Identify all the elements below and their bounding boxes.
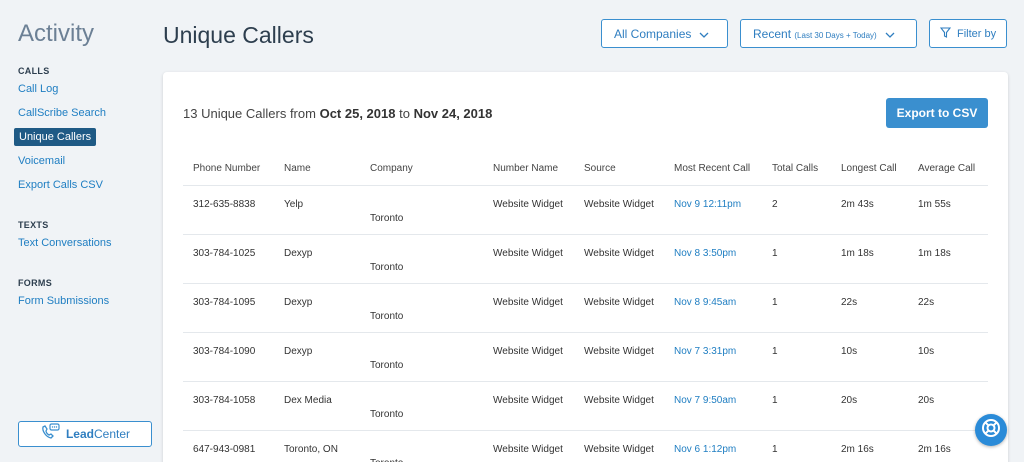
cell-name: Dex Media bbox=[274, 381, 360, 431]
col-header-longest-call[interactable]: Longest Call bbox=[831, 152, 908, 186]
cell-name: Toronto, ON bbox=[274, 430, 360, 462]
table-header-row: Phone Number Name Company Number Name So… bbox=[183, 152, 988, 186]
cell-most-recent-call-link[interactable]: Nov 8 3:50pm bbox=[664, 234, 762, 284]
table-row[interactable]: 303-784-1090 Dexyp Toronto Website Widge… bbox=[183, 332, 988, 382]
cell-source: Website Widget bbox=[574, 381, 664, 431]
sidebar-item-text-conversations[interactable]: Text Conversations bbox=[18, 237, 112, 249]
cell-longest-call: 1m 18s bbox=[831, 234, 908, 284]
chevron-down-icon bbox=[699, 27, 709, 41]
cell-total-calls: 1 bbox=[762, 381, 831, 431]
cell-phone-number: 647-943-0981 bbox=[183, 430, 274, 462]
cell-source: Website Widget bbox=[574, 283, 664, 333]
table-row[interactable]: 303-784-1058 Dex Media Toronto Website W… bbox=[183, 381, 988, 431]
col-header-name[interactable]: Name bbox=[274, 152, 360, 186]
sidebar: Activity CALLS Call Log CallScribe Searc… bbox=[0, 0, 160, 462]
sidebar-heading-forms: FORMS bbox=[18, 278, 52, 288]
leadcenter-button[interactable]: LeadCenter bbox=[18, 421, 152, 447]
sidebar-heading-calls: CALLS bbox=[18, 66, 50, 76]
table-row[interactable]: 303-784-1095 Dexyp Toronto Website Widge… bbox=[183, 283, 988, 333]
sidebar-item-callscribe-search[interactable]: CallScribe Search bbox=[18, 107, 106, 119]
phone-chat-icon bbox=[40, 422, 60, 446]
cell-number-name: Website Widget bbox=[483, 185, 574, 235]
cell-source: Website Widget bbox=[574, 430, 664, 462]
cell-source: Website Widget bbox=[574, 185, 664, 235]
col-header-phone-number[interactable]: Phone Number bbox=[183, 152, 274, 186]
cell-company: Toronto bbox=[360, 430, 483, 462]
cell-total-calls: 1 bbox=[762, 430, 831, 462]
cell-company: Toronto bbox=[360, 381, 483, 431]
sidebar-title: Activity bbox=[18, 20, 95, 47]
summary-text: 13 Unique Callers from Oct 25, 2018 to N… bbox=[183, 106, 493, 121]
cell-longest-call: 2m 16s bbox=[831, 430, 908, 462]
cell-company: Toronto bbox=[360, 185, 483, 235]
col-header-average-call[interactable]: Average Call bbox=[908, 152, 988, 186]
unique-callers-card: 13 Unique Callers from Oct 25, 2018 to N… bbox=[163, 72, 1008, 462]
help-button[interactable] bbox=[975, 414, 1007, 446]
callers-table: Phone Number Name Company Number Name So… bbox=[183, 152, 988, 462]
cell-phone-number: 312-635-8838 bbox=[183, 185, 274, 235]
col-header-number-name[interactable]: Number Name bbox=[483, 152, 574, 186]
chevron-down-icon bbox=[885, 27, 895, 41]
sidebar-item-form-submissions[interactable]: Form Submissions bbox=[18, 295, 109, 307]
cell-average-call: 1m 55s bbox=[908, 185, 988, 235]
sidebar-item-unique-callers[interactable]: Unique Callers bbox=[14, 128, 97, 146]
cell-company: Toronto bbox=[360, 283, 483, 333]
cell-longest-call: 20s bbox=[831, 381, 908, 431]
cell-name: Dexyp bbox=[274, 283, 360, 333]
cell-phone-number: 303-784-1095 bbox=[183, 283, 274, 333]
table-row[interactable]: 303-784-1025 Dexyp Toronto Website Widge… bbox=[183, 234, 988, 284]
cell-most-recent-call-link[interactable]: Nov 8 9:45am bbox=[664, 283, 762, 333]
cell-number-name: Website Widget bbox=[483, 430, 574, 462]
cell-most-recent-call-link[interactable]: Nov 7 3:31pm bbox=[664, 332, 762, 382]
cell-number-name: Website Widget bbox=[483, 234, 574, 284]
cell-number-name: Website Widget bbox=[483, 283, 574, 333]
cell-number-name: Website Widget bbox=[483, 332, 574, 382]
sidebar-heading-texts: TEXTS bbox=[18, 220, 49, 230]
col-header-company[interactable]: Company bbox=[360, 152, 483, 186]
cell-company: Toronto bbox=[360, 234, 483, 284]
cell-total-calls: 1 bbox=[762, 283, 831, 333]
companies-dropdown-label: All Companies bbox=[614, 26, 692, 41]
cell-source: Website Widget bbox=[574, 332, 664, 382]
cell-phone-number: 303-784-1058 bbox=[183, 381, 274, 431]
cell-company: Toronto bbox=[360, 332, 483, 382]
cell-name: Dexyp bbox=[274, 332, 360, 382]
cell-total-calls: 2 bbox=[762, 185, 831, 235]
funnel-icon bbox=[939, 26, 952, 41]
page-title: Unique Callers bbox=[163, 22, 314, 48]
cell-total-calls: 1 bbox=[762, 332, 831, 382]
cell-name: Yelp bbox=[274, 185, 360, 235]
cell-average-call: 1m 18s bbox=[908, 234, 988, 284]
col-header-source[interactable]: Source bbox=[574, 152, 664, 186]
filter-button[interactable]: Filter by bbox=[929, 19, 1007, 48]
sidebar-item-voicemail[interactable]: Voicemail bbox=[18, 155, 65, 167]
lifebuoy-icon bbox=[981, 418, 1001, 443]
table-row[interactable]: 647-943-0981 Toronto, ON Toronto Website… bbox=[183, 430, 988, 462]
date-range-label: Recent (Last 30 Days + Today) bbox=[753, 26, 877, 41]
export-csv-button[interactable]: Export to CSV bbox=[886, 98, 988, 128]
cell-longest-call: 2m 43s bbox=[831, 185, 908, 235]
table-row[interactable]: 312-635-8838 Yelp Toronto Website Widget… bbox=[183, 185, 988, 235]
cell-average-call: 10s bbox=[908, 332, 988, 382]
col-header-most-recent-call[interactable]: Most Recent Call bbox=[664, 152, 762, 186]
cell-most-recent-call-link[interactable]: Nov 6 1:12pm bbox=[664, 430, 762, 462]
cell-source: Website Widget bbox=[574, 234, 664, 284]
cell-phone-number: 303-784-1090 bbox=[183, 332, 274, 382]
cell-most-recent-call-link[interactable]: Nov 7 9:50am bbox=[664, 381, 762, 431]
companies-dropdown[interactable]: All Companies bbox=[601, 19, 728, 48]
cell-average-call: 22s bbox=[908, 283, 988, 333]
date-range-dropdown[interactable]: Recent (Last 30 Days + Today) bbox=[740, 19, 917, 48]
col-header-total-calls[interactable]: Total Calls bbox=[762, 152, 831, 186]
filter-label: Filter by bbox=[957, 27, 997, 40]
cell-longest-call: 10s bbox=[831, 332, 908, 382]
leadcenter-label: LeadCenter bbox=[65, 427, 131, 441]
cell-total-calls: 1 bbox=[762, 234, 831, 284]
sidebar-item-export-calls-csv[interactable]: Export Calls CSV bbox=[18, 179, 103, 191]
cell-number-name: Website Widget bbox=[483, 381, 574, 431]
cell-phone-number: 303-784-1025 bbox=[183, 234, 274, 284]
sidebar-item-call-log[interactable]: Call Log bbox=[18, 83, 58, 95]
cell-most-recent-call-link[interactable]: Nov 9 12:11pm bbox=[664, 185, 762, 235]
cell-name: Dexyp bbox=[274, 234, 360, 284]
cell-longest-call: 22s bbox=[831, 283, 908, 333]
